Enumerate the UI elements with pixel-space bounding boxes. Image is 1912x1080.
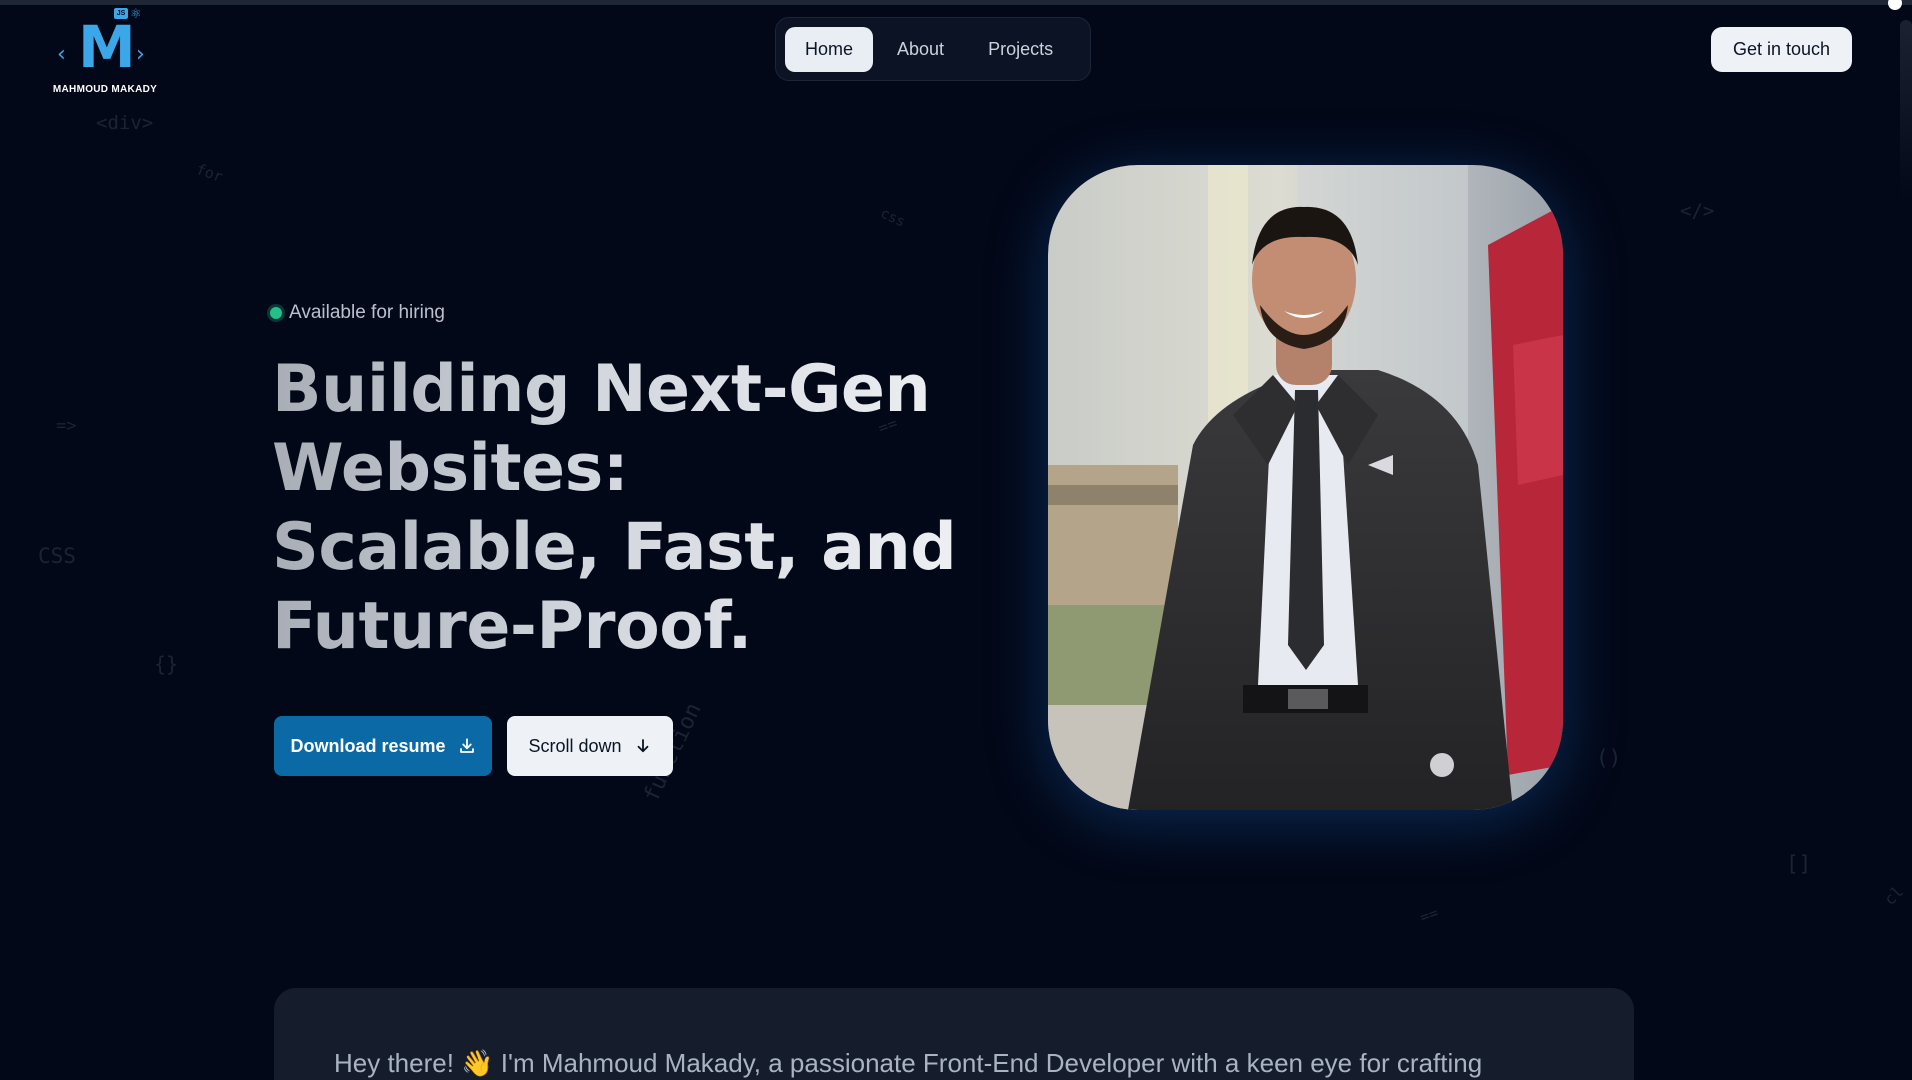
js-badge: JS [114,8,128,19]
deco-braces: {} [154,652,179,676]
main-nav: Home About Projects [775,17,1091,81]
brand-name: MAHMOUD MAKADY [52,84,158,95]
deco-parens: () [1596,746,1622,770]
download-resume-label: Download resume [290,735,446,756]
scroll-down-label: Scroll down [528,735,622,756]
brand-logo[interactable]: ‹ M › JS ⚛ MAHMOUD MAKADY [52,6,158,96]
deco-div: <div> [96,112,154,134]
hero-headline: Building Next-Gen Websites: Scalable, Fa… [272,350,972,666]
download-resume-button[interactable]: Download resume [274,716,492,776]
scrollbar-thumb[interactable] [1900,20,1912,200]
intro-card: Hey there! 👋 I'm Mahmoud Makady, a passi… [274,988,1634,1080]
deco-css: CSS [38,544,76,568]
availability-status: Available for hiring [270,302,445,324]
status-text: Available for hiring [289,302,445,323]
status-dot-icon [270,307,282,319]
portrait-illustration [1048,165,1563,810]
chevron-right-icon: › [136,42,145,67]
deco-close-tag: </> [1680,200,1715,222]
deco-css-small: css [877,205,908,231]
logo-monogram: M [78,13,136,81]
deco-brackets: [] [1786,852,1812,876]
deco-for: for [193,159,226,187]
nav-home[interactable]: Home [785,26,874,72]
scroll-down-button[interactable]: Scroll down [507,716,673,776]
react-icon: ⚛ [130,6,142,21]
nav-projects[interactable]: Projects [968,27,1073,72]
download-icon [459,738,474,753]
intro-text: Hey there! 👋 I'm Mahmoud Makady, a passi… [334,1048,1483,1078]
get-in-touch-button[interactable]: Get in touch [1711,27,1852,72]
scrollbar-knob[interactable] [1888,0,1902,10]
deco-eq2: == [1417,903,1441,927]
window-top-border [0,0,1912,5]
nav-about[interactable]: About [877,27,964,72]
deco-arrow: => [56,416,77,436]
deco-cl: cl [1880,881,1908,910]
chevron-left-icon: ‹ [57,42,66,67]
arrow-down-icon [637,739,648,753]
profile-photo [1048,165,1563,810]
